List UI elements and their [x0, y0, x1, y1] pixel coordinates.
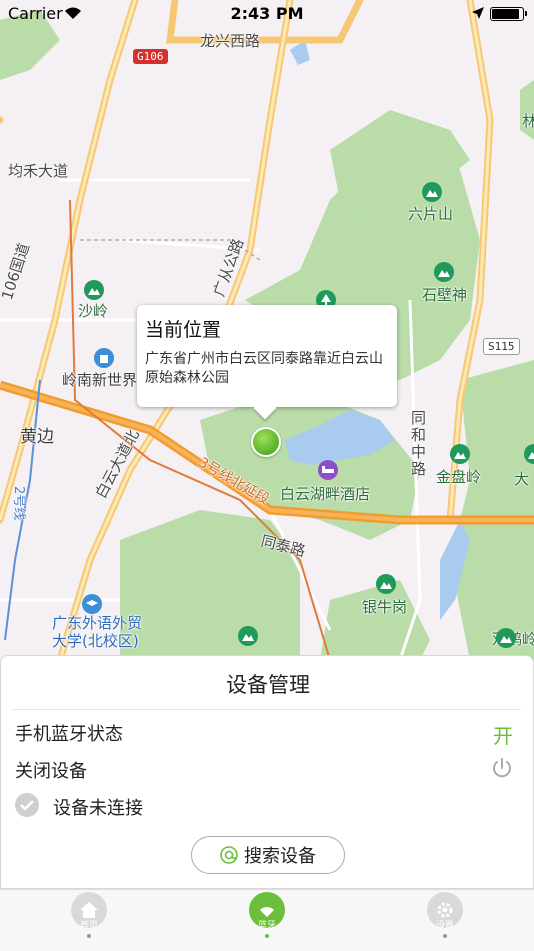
mountain-icon: [496, 628, 516, 648]
mountain-icon: [450, 444, 470, 464]
building-icon: [94, 348, 114, 368]
callout-title: 当前位置: [145, 319, 222, 341]
tab-indicator-dot: [443, 934, 447, 938]
search-at-icon: [220, 846, 238, 864]
close-device-label: 关闭设备: [15, 761, 87, 782]
map-label-gdufs: 广东外语外贸大学(北校区): [52, 614, 143, 650]
tab-home-label: 首页: [79, 921, 98, 931]
school-icon: [82, 594, 102, 614]
tab-indicator-dot: [265, 934, 269, 938]
bluetooth-status-value[interactable]: 开: [493, 720, 513, 749]
location-arrow-icon: [472, 7, 484, 19]
map-label-liupianshan: 六片山: [408, 205, 454, 223]
device-management-panel: 设备管理 手机蓝牙状态 开 关闭设备 设备未连接 搜索设备: [0, 655, 534, 889]
divider: [13, 709, 521, 710]
panel-title: 设备管理: [226, 673, 310, 697]
map-label-jinpanling: 金盘岭: [436, 468, 482, 486]
mountain-icon: [422, 182, 442, 202]
g106-shield: G106: [133, 49, 168, 64]
map-label-dayuan: 大: [514, 470, 530, 488]
location-callout[interactable]: 当前位置 广东省广州市白云区同泰路靠近白云山原始森林公园: [137, 305, 397, 407]
mountain-icon: [238, 626, 258, 646]
power-icon[interactable]: [491, 757, 513, 779]
connection-status: 设备未连接: [53, 798, 143, 819]
mountain-icon: [434, 262, 454, 282]
tab-bluetooth[interactable]: 蓝牙: [247, 892, 287, 948]
tab-bluetooth-label: 蓝牙: [257, 921, 276, 931]
map-label-lingnan: 岭南新世界: [62, 371, 138, 389]
status-bar: Carrier 2:43 PM: [0, 0, 534, 28]
current-location-pin[interactable]: [251, 427, 281, 457]
connection-check-icon: [15, 793, 39, 817]
battery-icon: [490, 7, 527, 21]
map-label-huangbian: 黄边: [20, 427, 54, 447]
map-label-shibishen: 石壁神: [422, 286, 468, 304]
map-label-hotel: 白云湖畔酒店: [280, 485, 371, 503]
map-label-yinniugang: 银牛岗: [362, 598, 408, 616]
hotel-icon: [318, 460, 338, 480]
callout-address: 广东省广州市白云区同泰路靠近白云山原始森林公园: [145, 351, 383, 386]
map-label-line2: 2号线: [11, 486, 26, 521]
tab-home[interactable]: 首页: [69, 892, 109, 948]
search-device-label: 搜索设备: [244, 846, 316, 867]
search-device-button[interactable]: 搜索设备: [191, 836, 345, 874]
s115-shield: S115: [483, 338, 520, 355]
clock: 2:43 PM: [230, 4, 304, 23]
tab-settings-label: 设置: [435, 921, 454, 931]
tab-settings[interactable]: 设置: [425, 892, 465, 948]
map-view[interactable]: G106 S115 龙兴西路 均禾大道 106国道 广从公路 六片山 石壁神 沙…: [0, 0, 534, 660]
tab-indicator-dot: [87, 934, 91, 938]
bluetooth-status-label: 手机蓝牙状态: [15, 724, 123, 745]
mountain-icon: [84, 280, 104, 300]
map-label-junhe: 均禾大道: [8, 162, 69, 180]
tab-bar: 首页 蓝牙 设置: [0, 889, 534, 951]
map-label-shaling: 沙岭: [78, 302, 109, 320]
map-label-longxing: 龙兴西路: [200, 32, 261, 50]
mountain-icon: [376, 574, 396, 594]
map-label-tonghe: 同和中路: [409, 410, 427, 478]
map-label-topright: 林: [522, 112, 534, 130]
